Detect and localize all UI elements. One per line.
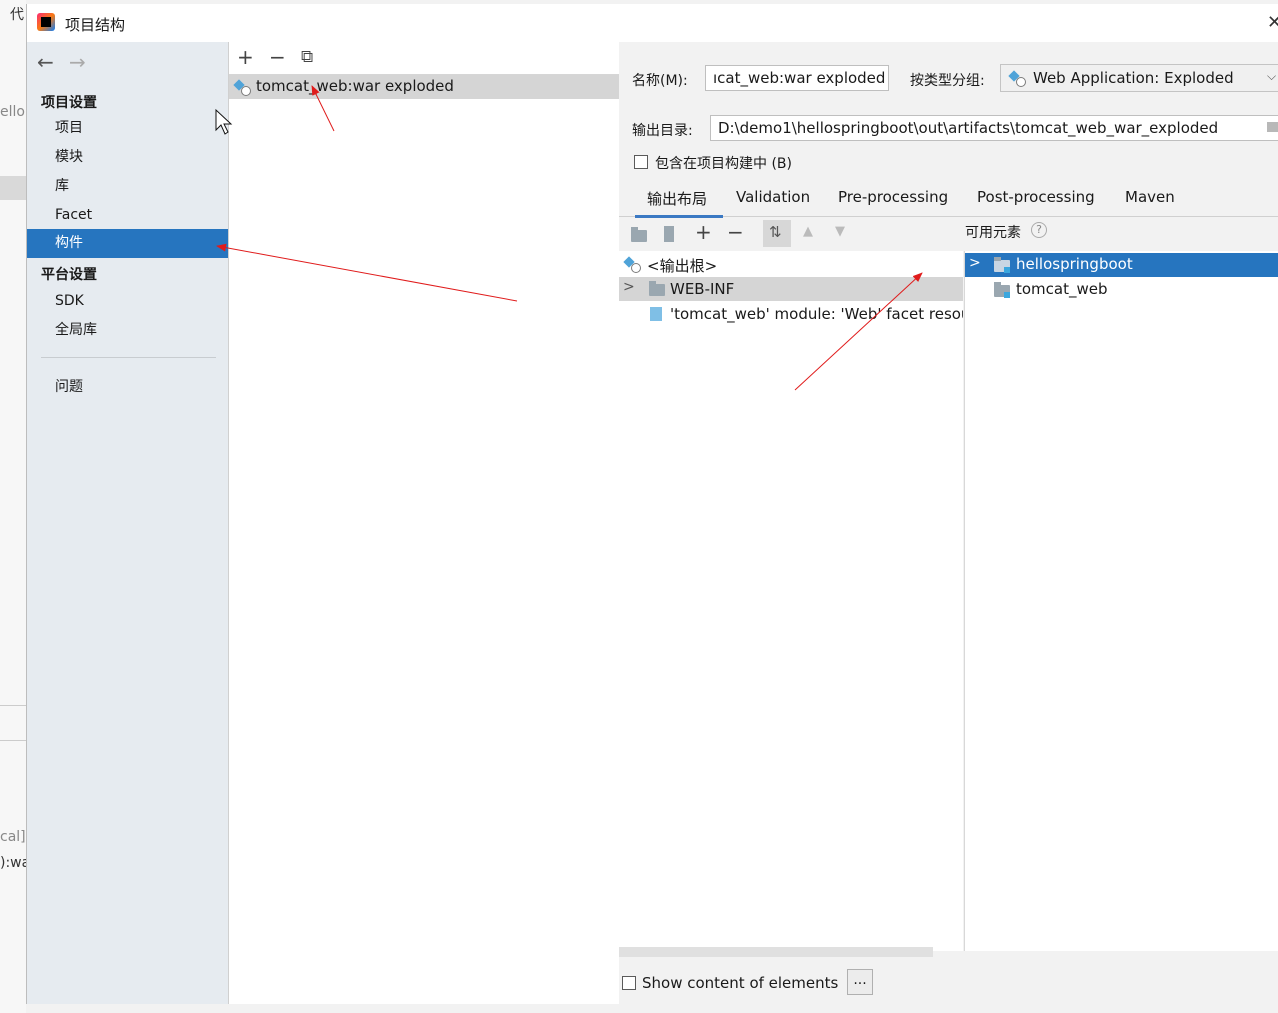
artifact-list-panel: + − ⧉ tomcat_web:war exploded [228, 42, 620, 1004]
available-elements-header: 可用元素 ? [965, 222, 1047, 242]
bg-fragment: cal] [0, 829, 26, 845]
sidebar-item-global-libraries[interactable]: 全局库 [27, 316, 228, 345]
sidebar-divider [41, 357, 216, 358]
module-badge [1004, 267, 1010, 273]
tab-pre-processing[interactable]: Pre-processing [838, 188, 948, 206]
remove-icon[interactable]: − [269, 45, 286, 69]
horizontal-scrollbar[interactable] [619, 947, 933, 957]
tree-label: <输出根> [647, 257, 718, 275]
forward-arrow-icon[interactable]: → [69, 50, 86, 74]
bg-fragment: ello [0, 104, 25, 120]
add-icon[interactable]: + [237, 45, 254, 69]
new-folder-icon[interactable] [631, 227, 647, 242]
chevron-down-icon: ⌵ [1267, 69, 1277, 83]
name-field[interactable]: ıcat_web:war exploded [705, 65, 889, 91]
tree-label: WEB-INF [670, 280, 735, 298]
web-app-icon [1010, 71, 1026, 87]
add-dropdown-icon[interactable]: + [695, 220, 712, 244]
output-dir-field[interactable]: D:\demo1\hellospringboot\out\artifacts\t… [710, 115, 1278, 141]
available-elements-list: > hellospringboot tomcat_web [964, 251, 1278, 951]
web-facet-icon [650, 307, 662, 321]
move-down-icon[interactable]: ▼ [835, 224, 845, 239]
sort-icon[interactable]: ⇅ [763, 220, 791, 247]
show-content-label: Show content of elements [642, 974, 839, 992]
available-item-label: hellospringboot [1016, 255, 1133, 273]
tab-output-layout[interactable]: 输出布局 [634, 188, 724, 218]
sidebar-item-modules[interactable]: 模块 [27, 143, 228, 172]
sidebar-item-libraries[interactable]: 库 [27, 172, 228, 201]
show-content-checkbox[interactable] [622, 976, 636, 990]
artifact-toolbar: + − ⧉ [229, 42, 619, 75]
war-exploded-icon [235, 80, 251, 96]
sidebar-item-artifacts[interactable]: 构件 [27, 229, 228, 258]
section-platform-settings: 平台设置 [41, 267, 97, 283]
bg-fragment: 代 [10, 7, 24, 23]
tab-maven[interactable]: Maven [1125, 188, 1175, 206]
more-button[interactable]: ... [847, 969, 873, 995]
output-root-icon [625, 257, 641, 273]
bg-fragment: ):wa [0, 855, 26, 871]
folder-icon [649, 281, 665, 296]
tree-row-web-facet[interactable]: 'tomcat_web' module: 'Web' facet resou [619, 302, 963, 326]
bg-divider [0, 705, 26, 706]
include-in-build-checkbox[interactable] [634, 155, 648, 169]
list-item[interactable]: > hellospringboot [965, 253, 1278, 277]
sidebar-item-sdks[interactable]: SDK [27, 287, 228, 316]
tree-row-output-root[interactable]: <输出根> [619, 252, 963, 276]
title-bar[interactable]: 项目结构 ✕ [27, 4, 1278, 42]
background-editor: 代 ello cal] ):wa [0, 0, 26, 1013]
type-label: 按类型分组: [910, 73, 985, 89]
archive-icon[interactable] [664, 226, 674, 242]
project-structure-dialog: 项目结构 ✕ ← → 项目设置 项目 模块 库 Facet 构件 平台设置 SD… [26, 4, 1278, 1004]
tab-post-processing[interactable]: Post-processing [977, 188, 1095, 206]
name-label: 名称(M): [632, 73, 688, 89]
sidebar-item-problems[interactable]: 问题 [27, 373, 228, 402]
copy-icon[interactable]: ⧉ [301, 47, 313, 67]
settings-sidebar: ← → 项目设置 项目 模块 库 Facet 构件 平台设置 SDK 全局库 问… [27, 42, 228, 1004]
layout-toolbar: + − ⇅ ▲ ▼ [619, 217, 963, 251]
move-up-icon[interactable]: ▲ [803, 224, 813, 239]
list-item[interactable]: tomcat_web [965, 278, 1278, 302]
window-title: 项目结构 [65, 16, 126, 34]
sidebar-item-project[interactable]: 项目 [27, 114, 228, 143]
chevron-right-icon[interactable]: > [969, 255, 981, 271]
output-layout-tree: <输出根> > WEB-INF 'tomcat_web' module: 'We… [619, 251, 963, 951]
available-elements-label: 可用元素 [965, 225, 1021, 241]
include-in-build-label: 包含在项目构建中 (B) [655, 156, 792, 172]
available-item-label: tomcat_web [1016, 280, 1108, 298]
close-button[interactable]: ✕ [1267, 12, 1278, 33]
intellij-logo-icon [37, 13, 55, 31]
output-dir-label: 输出目录: [632, 123, 693, 139]
section-project-settings: 项目设置 [41, 95, 97, 111]
remove-icon[interactable]: − [727, 220, 744, 244]
module-badge [1004, 292, 1010, 298]
bg-divider [0, 740, 26, 741]
footer: Show content of elements ... [619, 957, 1278, 1004]
artifact-details-panel: 名称(M): ıcat_web:war exploded 按类型分组: Web … [619, 42, 1278, 1004]
tab-bar: 输出布局 Validation Pre-processing Post-proc… [619, 180, 1278, 218]
type-value: Web Application: Exploded [1033, 69, 1234, 87]
sidebar-item-facets[interactable]: Facet [27, 201, 228, 230]
help-icon[interactable]: ? [1031, 222, 1047, 238]
tab-validation[interactable]: Validation [736, 188, 810, 206]
tree-row-web-inf[interactable]: > WEB-INF [619, 277, 963, 301]
browse-folder-icon[interactable] [1267, 122, 1278, 132]
type-select[interactable]: Web Application: Exploded ⌵ [1000, 64, 1278, 92]
tree-label: 'tomcat_web' module: 'Web' facet resou [670, 305, 963, 323]
artifact-label: tomcat_web:war exploded [256, 77, 454, 95]
bg-selection [0, 176, 26, 200]
list-item[interactable]: tomcat_web:war exploded [229, 75, 619, 99]
chevron-right-icon[interactable]: > [623, 279, 635, 295]
back-arrow-icon[interactable]: ← [37, 50, 54, 74]
